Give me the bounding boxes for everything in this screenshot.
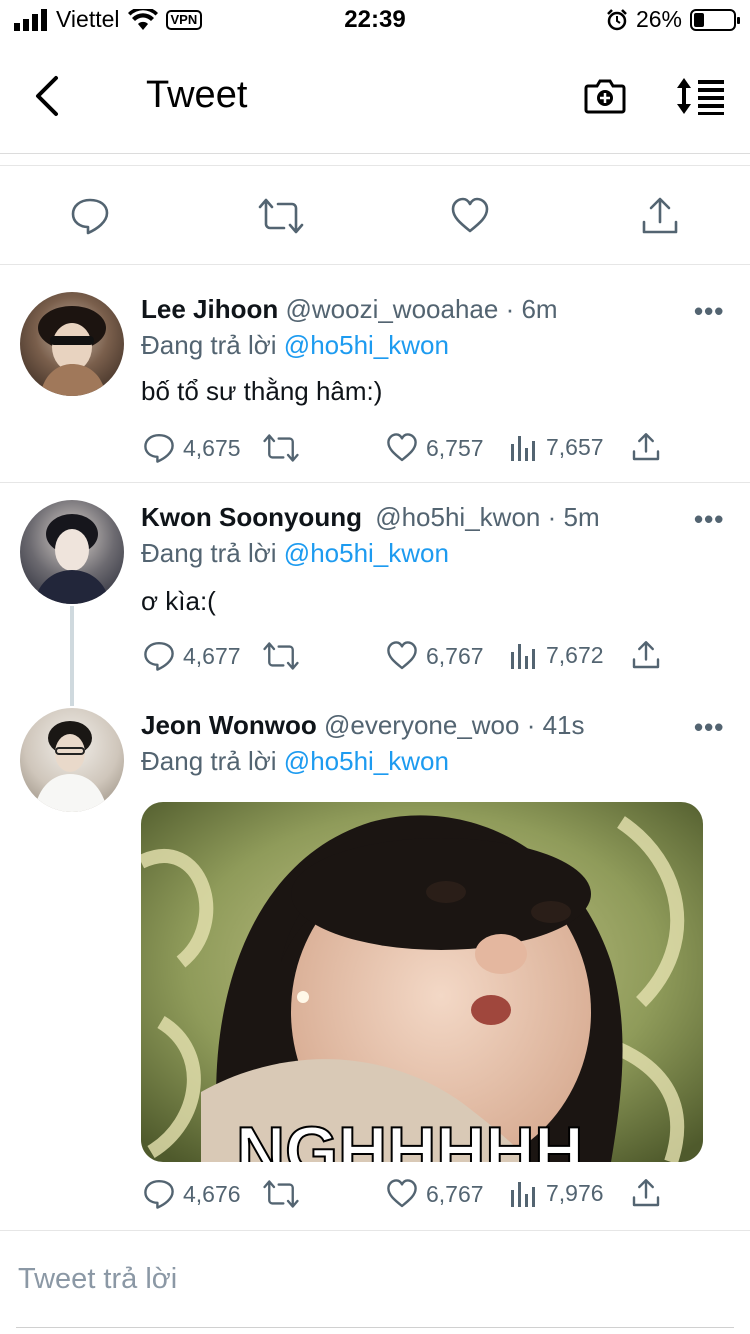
reply-icon[interactable] xyxy=(143,1178,175,1210)
tweet-text: ơ kìa:( xyxy=(141,586,216,616)
avatar[interactable] xyxy=(20,708,124,812)
tweet-metrics: 4,677 6,767 7,672 xyxy=(141,640,671,680)
more-icon[interactable]: ••• xyxy=(694,712,724,743)
tweet-metrics: 4,675 6,757 7,657 xyxy=(141,432,671,472)
view-count: 7,672 xyxy=(546,641,604,668)
views-icon[interactable] xyxy=(510,640,538,670)
user-handle[interactable]: @everyone_woo xyxy=(324,710,520,740)
mention-link[interactable]: @ho5hi_kwon xyxy=(284,746,449,776)
mention-link[interactable]: @ho5hi_kwon xyxy=(284,330,449,360)
avatar[interactable] xyxy=(20,292,124,396)
divider xyxy=(0,482,750,483)
reply-count: 4,676 xyxy=(183,1180,241,1207)
thread-line xyxy=(70,606,74,706)
reply-input[interactable]: Tweet trả lời xyxy=(18,1263,177,1296)
views-icon[interactable] xyxy=(510,1178,538,1208)
view-count: 7,976 xyxy=(546,1179,604,1206)
share-icon[interactable] xyxy=(631,432,661,462)
display-name[interactable]: Kwon Soonyoung xyxy=(141,502,362,532)
retweet-icon[interactable] xyxy=(263,1178,299,1210)
reply-count: 4,675 xyxy=(183,434,241,461)
like-icon[interactable] xyxy=(386,1178,418,1210)
views-icon[interactable] xyxy=(510,432,538,462)
tweet-text: bố tổ sư thằng hâm:) xyxy=(141,376,383,406)
media-caption: NGHHHHH xyxy=(236,1113,584,1162)
tweet-metrics: 4,676 6,767 7,976 xyxy=(141,1178,671,1218)
reply-count: 4,677 xyxy=(183,642,241,669)
avatar[interactable] xyxy=(20,500,124,604)
tweet-lee-jihoon[interactable]: Lee Jihoon @woozi_wooahae · 6m ••• Đang … xyxy=(0,0,750,482)
user-handle[interactable]: @woozi_wooahae xyxy=(285,294,498,324)
reply-icon[interactable] xyxy=(143,640,175,672)
share-icon[interactable] xyxy=(631,1178,661,1208)
like-count: 6,767 xyxy=(426,1180,484,1207)
share-icon[interactable] xyxy=(631,640,661,670)
like-icon[interactable] xyxy=(386,432,418,464)
reply-icon[interactable] xyxy=(143,432,175,464)
like-count: 6,767 xyxy=(426,642,484,669)
mention-link[interactable]: @ho5hi_kwon xyxy=(284,538,449,568)
user-handle[interactable]: @ho5hi_kwon xyxy=(375,502,540,532)
tweet-time: · 6m xyxy=(505,294,558,324)
display-name[interactable]: Jeon Wonwoo xyxy=(141,710,317,740)
divider xyxy=(16,1327,734,1328)
retweet-icon[interactable] xyxy=(263,640,299,672)
more-icon[interactable]: ••• xyxy=(694,504,724,535)
replying-to: Đang trả lời @ho5hi_kwon xyxy=(141,538,449,568)
tweet-time: · 5m xyxy=(547,502,600,532)
view-count: 7,657 xyxy=(546,433,604,460)
reply-composer: Tweet trả lời xyxy=(0,1230,750,1334)
replying-to: Đang trả lời @ho5hi_kwon xyxy=(141,746,449,776)
like-icon[interactable] xyxy=(386,640,418,672)
retweet-icon[interactable] xyxy=(263,432,299,464)
more-icon[interactable]: ••• xyxy=(694,296,724,327)
tweet-time: · 41s xyxy=(526,710,585,740)
replying-to: Đang trả lời @ho5hi_kwon xyxy=(141,330,449,360)
like-count: 6,757 xyxy=(426,434,484,461)
display-name[interactable]: Lee Jihoon xyxy=(141,294,278,324)
tweet-media-image[interactable]: NGHHHHH xyxy=(141,802,703,1162)
